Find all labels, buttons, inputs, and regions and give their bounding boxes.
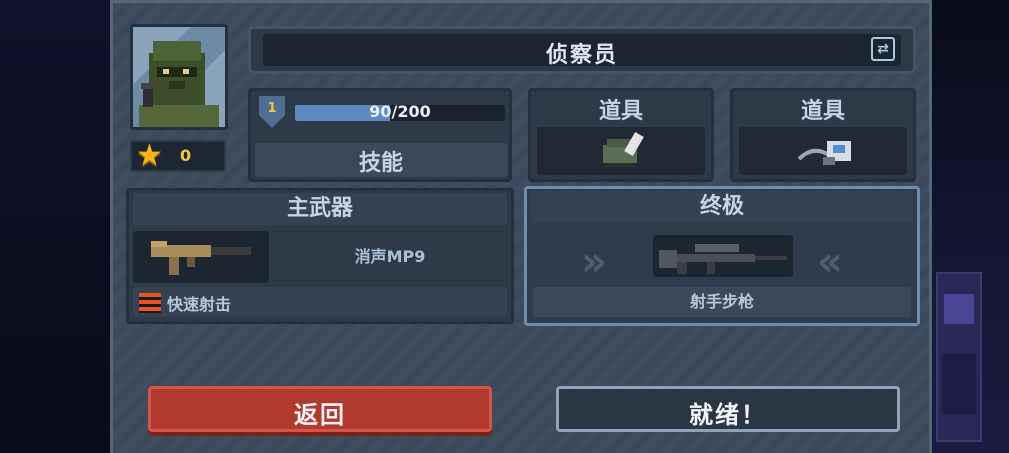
title-inner: 侦察员 ⇄ [263,34,901,68]
ultimate-weapon-slot [653,235,793,277]
character-title-bar: 侦察员 ⇄ [248,26,916,74]
star-rating: ★ 0 [130,138,226,173]
sniper-rifle-icon [659,244,787,274]
level-panel: 1 90/200 技能 [248,88,512,182]
primary-weapon-title: 主武器 [133,193,507,225]
star-icon: ★ [136,138,163,173]
item-label: 道具 [598,99,643,124]
skill-button[interactable]: 技能 [255,143,507,177]
smg-icon [151,241,251,275]
soldier-avatar-icon [139,41,219,127]
sensor-icon [797,141,851,165]
background-left [0,0,110,453]
background-pillar [936,272,982,442]
grenade-icon [603,131,644,167]
level-number: 1 [267,101,277,116]
star-count: 0 [180,146,192,165]
item-slot-frame [537,127,705,175]
item-slot-2[interactable]: 道具 [730,88,916,182]
weapon-perk: 快速射击 [133,287,507,317]
back-button[interactable]: 返回 [148,386,492,432]
swap-character-icon[interactable]: ⇄ [871,37,895,61]
chevron-left-icon: « [817,239,843,285]
ultimate-panel[interactable]: 终极 » « 射手步枪 [524,186,920,326]
ready-button-label: 就绪！ [689,401,767,429]
character-portrait[interactable] [130,24,228,130]
back-button-label: 返回 [294,401,346,429]
ultimate-weapon-name: 射手步枪 [533,287,911,317]
skill-label: 技能 [358,151,403,176]
ultimate-title: 终极 [531,191,913,223]
item-label: 道具 [800,99,845,124]
ready-button[interactable]: 就绪！ [556,386,900,432]
chevron-right-icon: » [581,239,607,285]
primary-weapon-slot [133,231,269,283]
primary-weapon-name: 消声MP9 [354,247,426,266]
item-slot-1[interactable]: 道具 [528,88,714,182]
character-name: 侦察员 [545,43,618,68]
weapon-perk-label: 快速射击 [167,295,232,314]
item-slot-frame [739,127,907,175]
xp-text: 90/200 [369,102,431,121]
primary-weapon-panel[interactable]: 主武器 消声MP9 快速射击 [126,188,514,324]
rapid-fire-icon [139,293,161,313]
